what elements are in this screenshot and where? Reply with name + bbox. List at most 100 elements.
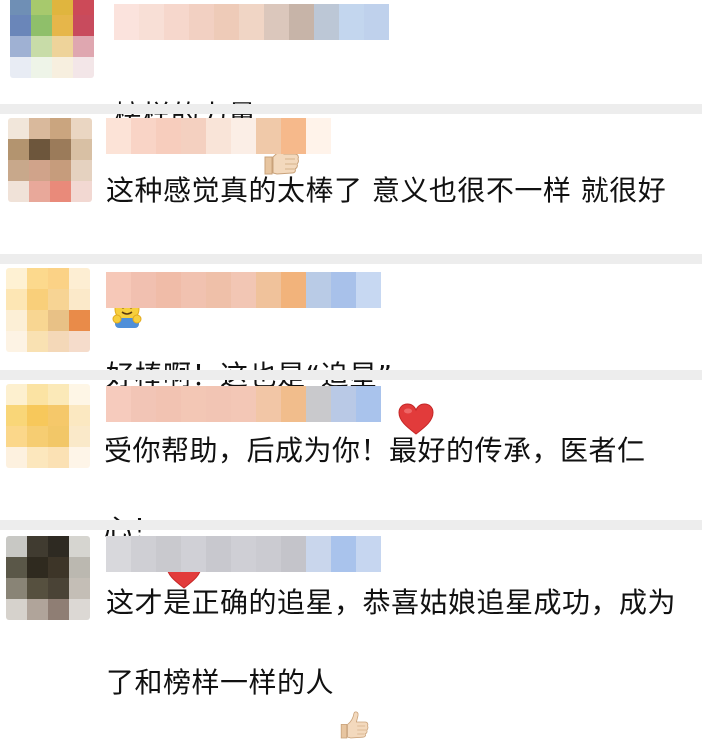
username-pixel: [156, 536, 181, 572]
avatar-pixel: [73, 36, 94, 57]
username-pixel: [106, 118, 131, 154]
username-pixel: [206, 272, 231, 308]
avatar-pixel: [27, 578, 48, 599]
username[interactable]: [106, 118, 331, 154]
avatar-pixel: [73, 15, 94, 36]
avatar-pixel: [48, 599, 69, 620]
avatar[interactable]: [8, 118, 92, 202]
avatar-pixel: [6, 268, 27, 289]
username-pixel: [331, 272, 356, 308]
avatar-pixel: [6, 426, 27, 447]
username-pixel: [256, 536, 281, 572]
avatar-pixel: [48, 331, 69, 352]
avatar-pixel: [48, 578, 69, 599]
avatar-pixel: [8, 181, 29, 202]
username-pixel: [281, 118, 306, 154]
avatar-pixel: [48, 268, 69, 289]
username-pixel: [206, 536, 231, 572]
avatar-pixel: [52, 0, 73, 15]
comment-feed: 榜样的力量 这种感觉真的太棒了 意义也很不一样 就很好 受你帮助，后成为你！最好…: [0, 0, 702, 739]
username-pixel: [189, 4, 214, 40]
avatar-pixel: [71, 118, 92, 139]
username-pixel: [306, 118, 331, 154]
avatar[interactable]: [10, 0, 94, 78]
avatar-pixel: [6, 536, 27, 557]
avatar-pixel: [27, 426, 48, 447]
comment-item: 榜样的力量: [0, 0, 702, 175]
username-pixel: [106, 386, 131, 422]
username[interactable]: [106, 272, 381, 308]
username-pixel: [231, 118, 256, 154]
avatar-pixel: [69, 268, 90, 289]
separator: [0, 104, 702, 114]
avatar-pixel: [48, 426, 69, 447]
avatar-pixel: [71, 181, 92, 202]
username-pixel: [281, 536, 306, 572]
avatar-pixel: [48, 405, 69, 426]
avatar-pixel: [10, 36, 31, 57]
avatar-pixel: [31, 57, 52, 78]
avatar-pixel: [27, 268, 48, 289]
avatar-pixel: [73, 0, 94, 15]
username-pixel: [256, 272, 281, 308]
avatar-pixel: [6, 557, 27, 578]
username-pixel: [206, 118, 231, 154]
avatar-pixel: [6, 384, 27, 405]
username[interactable]: [106, 536, 381, 572]
username-pixel: [356, 386, 381, 422]
username-pixel: [181, 386, 206, 422]
username-pixel: [356, 536, 381, 572]
username-pixel: [181, 118, 206, 154]
separator: [0, 520, 702, 530]
username-pixel: [306, 272, 331, 308]
username-pixel: [181, 536, 206, 572]
username-pixel: [156, 118, 181, 154]
username-pixel: [331, 536, 356, 572]
avatar-pixel: [48, 536, 69, 557]
username-pixel: [114, 4, 139, 40]
username-pixel: [181, 272, 206, 308]
avatar-pixel: [8, 118, 29, 139]
username-pixel: [306, 536, 331, 572]
avatar-pixel: [69, 310, 90, 331]
avatar-pixel: [6, 405, 27, 426]
avatar-pixel: [6, 331, 27, 352]
avatar-pixel: [27, 331, 48, 352]
username-pixel: [231, 386, 256, 422]
avatar-pixel: [48, 557, 69, 578]
username-pixel: [364, 4, 389, 40]
avatar-pixel: [69, 331, 90, 352]
comment-text: 这才是正确的追星，恭喜姑娘追星成功，成为了和榜样一样的人: [106, 582, 696, 744]
separator: [0, 254, 702, 264]
username-pixel: [164, 4, 189, 40]
username-pixel: [131, 272, 156, 308]
username-pixel: [231, 536, 256, 572]
avatar-pixel: [48, 447, 69, 468]
avatar-pixel: [27, 557, 48, 578]
username-pixel: [264, 4, 289, 40]
username-pixel: [356, 272, 381, 308]
avatar-pixel: [52, 36, 73, 57]
avatar-pixel: [69, 384, 90, 405]
avatar-pixel: [71, 160, 92, 181]
avatar[interactable]: [6, 384, 90, 468]
avatar[interactable]: [6, 536, 90, 620]
avatar-pixel: [69, 536, 90, 557]
username-pixel: [231, 272, 256, 308]
avatar-pixel: [69, 578, 90, 599]
avatar-pixel: [48, 384, 69, 405]
username-pixel: [156, 386, 181, 422]
avatar-pixel: [6, 310, 27, 331]
avatar-pixel: [52, 57, 73, 78]
username[interactable]: [114, 4, 389, 40]
separator: [0, 370, 702, 380]
username[interactable]: [106, 386, 381, 422]
avatar[interactable]: [6, 268, 90, 352]
avatar-pixel: [29, 160, 50, 181]
username-pixel: [256, 118, 281, 154]
username-pixel: [306, 386, 331, 422]
username-pixel: [281, 272, 306, 308]
avatar-pixel: [6, 447, 27, 468]
username-pixel: [131, 118, 156, 154]
avatar-pixel: [10, 15, 31, 36]
